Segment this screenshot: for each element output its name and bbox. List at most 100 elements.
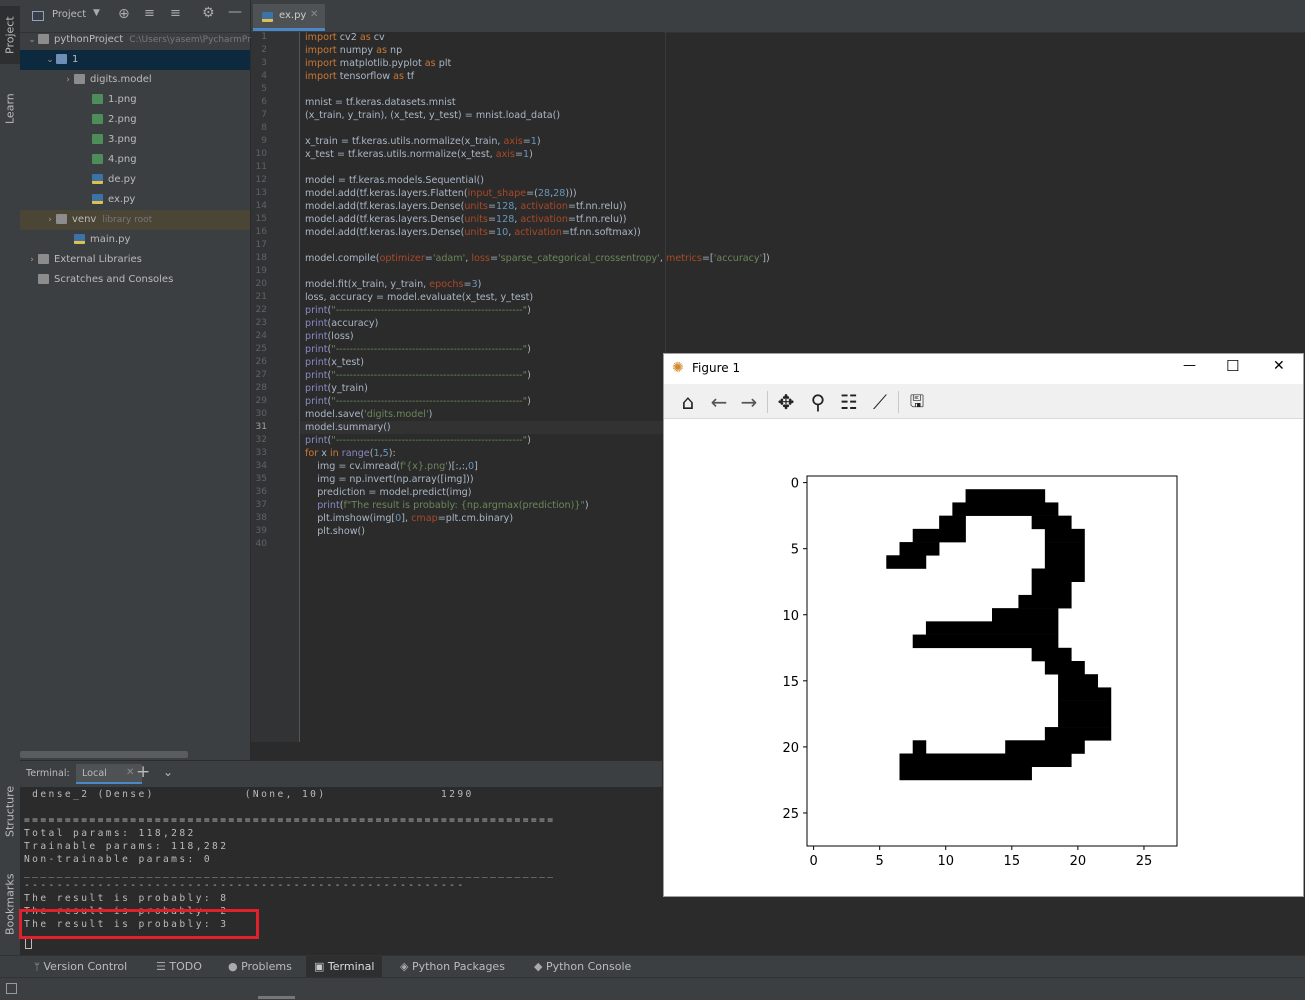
tree-item[interactable]: › venv library root <box>20 210 250 230</box>
code-line[interactable]: img = np.invert(np.array([img])) <box>305 473 473 486</box>
close-icon[interactable]: ✕ <box>310 9 318 20</box>
locate-icon[interactable]: ⊕ <box>118 6 130 22</box>
tab-problems[interactable]: ● Problems <box>222 956 298 978</box>
code-line[interactable]: import tensorflow as tf <box>305 70 414 83</box>
code-token: model.add(tf.keras.layers.Dense( <box>305 214 465 225</box>
code-line[interactable]: model.add(tf.keras.layers.Dense(units=12… <box>305 200 627 213</box>
python-icon: ◆ <box>534 960 543 973</box>
chevron-down-icon[interactable]: ⌄ <box>163 765 173 779</box>
code-line[interactable]: x_test = tf.keras.utils.normalize(x_test… <box>305 148 533 161</box>
edit-axis-icon[interactable]: ⟋ <box>868 390 892 414</box>
code-line[interactable]: model.add(tf.keras.layers.Flatten(input_… <box>305 187 577 200</box>
tab-project[interactable]: Project <box>0 6 20 64</box>
code-line[interactable]: x_train = tf.keras.utils.normalize(x_tra… <box>305 135 541 148</box>
code-line[interactable]: plt.show() <box>305 525 365 538</box>
tree-item[interactable]: ⌄ 1 <box>20 50 250 70</box>
image-plot[interactable]: 0 5 10 15 20 25 0 5 10 15 20 25 <box>664 418 1303 896</box>
close-window-button[interactable]: ✕ <box>1273 358 1285 374</box>
code-line[interactable]: loss, accuracy = model.evaluate(x_test, … <box>305 291 533 304</box>
collapse-all-icon[interactable]: ≡ <box>170 6 181 21</box>
code-line[interactable]: print("---------------------------------… <box>305 304 531 317</box>
tab-bookmarks[interactable]: Bookmarks <box>0 864 20 944</box>
line-number: 6 <box>261 97 267 107</box>
code-token: print <box>305 331 328 342</box>
forward-icon[interactable]: → <box>737 390 761 414</box>
code-line[interactable]: model.save('digits.model') <box>305 408 432 421</box>
chevron-right-icon[interactable]: › <box>26 250 38 270</box>
minimize-button[interactable]: — <box>1183 358 1196 373</box>
code-line[interactable]: (x_train, y_train), (x_test, y_test) = m… <box>305 109 560 122</box>
code-line[interactable]: model.summary() <box>305 421 391 434</box>
configure-subplots-icon[interactable]: ☷ <box>837 390 861 414</box>
gear-icon[interactable]: ⚙ <box>202 5 215 21</box>
code-line[interactable]: print("---------------------------------… <box>305 395 531 408</box>
tab-learn[interactable]: Learn <box>0 84 20 134</box>
code-line[interactable]: model.compile(optimizer='adam', loss='sp… <box>305 252 770 265</box>
pan-icon[interactable]: ✥ <box>774 390 798 414</box>
tree-item[interactable]: › External Libraries <box>20 250 250 270</box>
branch-icon: ᛘ <box>34 962 40 973</box>
maximize-button[interactable]: ☐ <box>1226 357 1239 375</box>
figure-window[interactable]: ✺ Figure 1 — ☐ ✕ ⌂ ← → ✥ ⚲ ☷ ⟋ 🖫 0 5 10 15 2… <box>663 353 1304 897</box>
tab-todo[interactable]: ☰ TODO <box>150 956 208 978</box>
code-line[interactable]: print(x_test) <box>305 356 364 369</box>
code-line[interactable]: print(loss) <box>305 330 354 343</box>
chevron-down-icon[interactable]: ⌄ <box>44 50 56 70</box>
tab-python-packages[interactable]: ◈ Python Packages <box>394 956 511 978</box>
code-line[interactable]: print(f"The result is probably: {np.argm… <box>305 499 588 512</box>
tree-item[interactable]: 4.png <box>20 150 250 170</box>
project-view-dropdown[interactable]: Project <box>52 9 86 20</box>
code-line[interactable]: model.add(tf.keras.layers.Dense(units=10… <box>305 226 641 239</box>
back-icon[interactable]: ← <box>707 390 731 414</box>
zoom-icon[interactable]: ⚲ <box>806 390 830 414</box>
tree-item[interactable]: main.py <box>20 230 250 250</box>
chevron-down-icon[interactable]: ▼ <box>93 8 100 18</box>
code-line[interactable]: prediction = model.predict(img) <box>305 486 471 499</box>
tree-item[interactable]: 3.png <box>20 130 250 150</box>
code-line[interactable]: print("---------------------------------… <box>305 343 531 356</box>
code-token: axis <box>503 136 523 147</box>
tab-python-console[interactable]: ◆ Python Console <box>528 956 637 978</box>
tab-structure[interactable]: Structure <box>0 776 20 846</box>
chevron-right-icon[interactable]: › <box>62 70 74 90</box>
tree-item[interactable]: ex.py <box>20 190 250 210</box>
expand-all-icon[interactable]: ≡ <box>144 6 155 21</box>
code-line[interactable]: print("---------------------------------… <box>305 434 531 447</box>
pixel-run <box>1058 713 1112 728</box>
editor-tab-ex-py[interactable]: ex.py ✕ <box>253 4 325 31</box>
code-token: numpy <box>336 45 377 56</box>
hide-panel-icon[interactable]: — <box>228 4 242 20</box>
code-line[interactable]: model.add(tf.keras.layers.Dense(units=12… <box>305 213 627 226</box>
code-line[interactable]: img = cv.imread(f'{x}.png')[:,:,0] <box>305 460 478 473</box>
code-line[interactable]: plt.imshow(img[0], cmap=plt.cm.binary) <box>305 512 513 525</box>
tab-version-control[interactable]: ᛘ Version Control <box>28 956 133 978</box>
code-line[interactable]: print(accuracy) <box>305 317 378 330</box>
chevron-down-icon[interactable]: ⌄ <box>26 30 38 50</box>
tree-item[interactable]: 2.png <box>20 110 250 130</box>
tree-item[interactable]: › digits.model <box>20 70 250 90</box>
tree-item[interactable]: Scratches and Consoles <box>20 270 250 290</box>
code-line[interactable]: model = tf.keras.models.Sequential() <box>305 174 484 187</box>
code-line[interactable]: for x in range(1,5): <box>305 447 396 460</box>
code-line[interactable]: import numpy as np <box>305 44 402 57</box>
close-icon[interactable]: ✕ <box>126 767 134 778</box>
tree-item[interactable]: de.py <box>20 170 250 190</box>
chevron-right-icon[interactable]: › <box>44 210 56 230</box>
code-line[interactable]: import matplotlib.pyplot as plt <box>305 57 451 70</box>
code-line[interactable]: print("---------------------------------… <box>305 369 531 382</box>
code-line[interactable]: import cv2 as cv <box>305 31 385 44</box>
tree-item[interactable]: 1.png <box>20 90 250 110</box>
tree-item[interactable]: ⌄ pythonProject C:\Users\yasem\PycharmProj <box>20 30 259 50</box>
code-token: 'digits.model' <box>364 409 429 420</box>
code-line[interactable]: model.fit(x_train, y_train, epochs=3) <box>305 278 481 291</box>
terminal-tab-local[interactable]: Local ✕ <box>76 764 142 784</box>
tab-terminal[interactable]: ▣ Terminal <box>306 956 383 978</box>
add-terminal-icon[interactable]: + <box>136 762 150 782</box>
figure-title-bar[interactable]: ✺ Figure 1 — ☐ ✕ <box>664 354 1303 384</box>
project-scrollbar[interactable] <box>20 751 188 758</box>
toggle-tool-windows-icon[interactable] <box>6 983 17 994</box>
save-icon[interactable]: 🖫 <box>905 390 929 414</box>
code-line[interactable]: print(y_train) <box>305 382 368 395</box>
code-line[interactable]: mnist = tf.keras.datasets.mnist <box>305 96 456 109</box>
home-icon[interactable]: ⌂ <box>676 390 700 414</box>
